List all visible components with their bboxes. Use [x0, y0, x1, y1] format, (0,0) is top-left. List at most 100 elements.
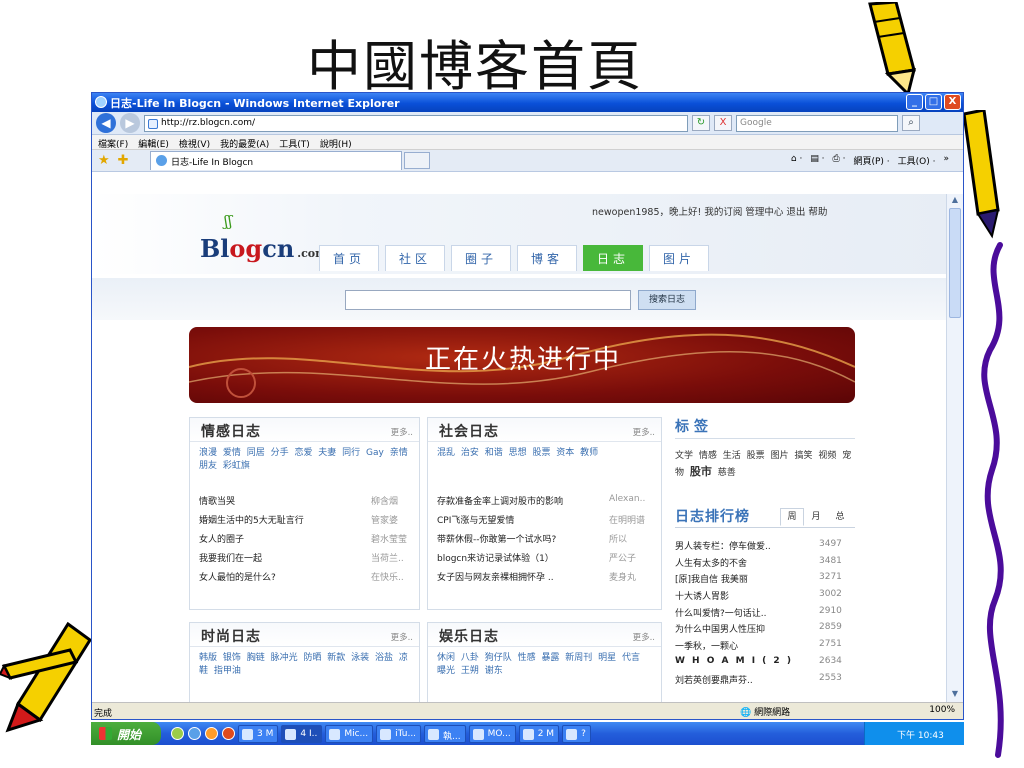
address-bar: ◀ ▶ http://rz.blogcn.com/ ↻ X Google ⌕ — [92, 112, 963, 135]
tag-links[interactable]: 浪漫 爱情 同居 分手 恋爱 夫妻 同行 Gay 亲情 朋友 彩虹旗 — [190, 442, 419, 473]
list-item[interactable]: CPI飞涨与无望爱情 在明明谱 — [437, 513, 657, 532]
forward-button[interactable]: ▶ — [120, 113, 140, 133]
tag-link[interactable]: 股市 — [690, 465, 712, 478]
rank-row[interactable]: 一季秋，一颗心 2751 — [675, 639, 855, 656]
url-input[interactable]: http://rz.blogcn.com/ — [144, 114, 688, 132]
rank-tab-week[interactable]: 周 — [780, 508, 804, 526]
minimize-button[interactable]: _ — [906, 94, 923, 110]
maximize-button[interactable]: □ — [925, 94, 942, 110]
nav-journals[interactable]: 日志 — [583, 245, 643, 271]
status-bar: 完成 🌐 網際網路 100% — [92, 702, 963, 719]
back-button[interactable]: ◀ — [96, 113, 116, 133]
taskbar-button[interactable]: 4 I.. — [281, 724, 323, 743]
taskbar-button[interactable]: 3 M — [238, 724, 279, 743]
list-item[interactable]: 婚姻生活中的5大无耻言行 管家婆 — [199, 513, 419, 532]
search-icon[interactable]: ⌕ — [902, 115, 920, 131]
quick-launch-icon[interactable] — [205, 727, 218, 740]
tab-blogcn[interactable]: 日志-Life In Blogcn — [150, 151, 402, 170]
tag-link[interactable]: 股票 — [747, 451, 765, 461]
taskbar-button[interactable]: 執... — [424, 724, 466, 743]
more-link[interactable]: 更多.. — [633, 631, 655, 643]
zoom-level[interactable]: 100% — [929, 705, 955, 715]
slide: 中國博客首頁 日志-Life In Blogcn - Windows Inter… — [0, 0, 1024, 768]
favorites-star-icon[interactable]: ★✚ — [98, 153, 137, 168]
clock[interactable]: 下午 10:43 — [897, 731, 944, 741]
tag-cloud: 文学 情感 生活 股票 图片 搞笑 视频 宠物 股市 慈善 — [675, 448, 853, 481]
close-button[interactable]: X — [944, 94, 961, 110]
rank-row[interactable]: 十大诱人胃影 3002 — [675, 589, 855, 606]
more-chevron-icon[interactable]: » — [943, 154, 949, 167]
taskbar-button[interactable]: 2 M — [518, 724, 560, 743]
menu-edit[interactable]: 編輯(E) — [138, 137, 169, 150]
page-menu[interactable]: 網頁(P) · — [853, 154, 889, 167]
rank-row[interactable]: 为什么中国男人性压抑 2859 — [675, 622, 855, 639]
quick-launch-icon[interactable] — [188, 727, 201, 740]
tag-link[interactable]: 视频 — [818, 451, 836, 461]
rank-row[interactable]: 什么叫爱情?一句话让.. 2910 — [675, 606, 855, 623]
rank-row[interactable]: 男人装专栏：停车做爱.. 3497 — [675, 539, 855, 556]
taskbar-button[interactable]: ? — [562, 724, 591, 743]
menu-tools[interactable]: 工具(T) — [279, 137, 310, 150]
quick-launch-icon[interactable] — [222, 727, 235, 740]
search-journals-button[interactable]: 搜索日志 — [638, 290, 696, 310]
crayon-left-icon — [0, 621, 92, 733]
taskbar-button[interactable]: iTu... — [376, 724, 422, 743]
list-item[interactable]: blogcn来访记录试体验（1） 严公子 — [437, 551, 657, 570]
menu-file[interactable]: 檔案(F) — [98, 137, 128, 150]
new-tab-button[interactable] — [404, 152, 430, 169]
list-item[interactable]: 情歌当哭 柳含烟 — [199, 494, 419, 513]
menu-favorites[interactable]: 我的最愛(A) — [220, 137, 269, 150]
tag-link[interactable]: 搞笑 — [794, 451, 812, 461]
scroll-thumb[interactable] — [949, 208, 961, 318]
rank-row[interactable]: 刘若英创要鼎声芬.. 2553 — [675, 673, 855, 690]
tag-link[interactable]: 慈善 — [718, 468, 736, 478]
more-link[interactable]: 更多.. — [391, 426, 413, 438]
nav-pictures[interactable]: 图片 — [649, 245, 709, 271]
rank-tab-month[interactable]: 月 — [804, 508, 828, 526]
promo-banner[interactable]: 正在火热进行中 — [189, 327, 855, 403]
web-search-input[interactable]: Google — [736, 114, 898, 132]
more-link[interactable]: 更多.. — [391, 631, 413, 643]
list-item[interactable]: 女人的圈子 碧水莹莹 — [199, 532, 419, 551]
list-item[interactable]: 我要我们在一起 当荷兰.. — [199, 551, 419, 570]
nav-home[interactable]: 首页 — [319, 245, 379, 271]
tag-link[interactable]: 文学 — [675, 451, 693, 461]
rank-row[interactable]: [原]我自信 我美丽 3271 — [675, 572, 855, 589]
tag-link[interactable]: 情感 — [699, 451, 717, 461]
vertical-scrollbar[interactable]: ▲ ▼ — [946, 194, 963, 702]
scroll-down-icon[interactable]: ▼ — [949, 689, 961, 701]
user-links[interactable]: newopen1985，晚上好! 我的订阅 管理中心 退出 帮助 — [592, 204, 827, 218]
refresh-button[interactable]: ↻ — [692, 115, 710, 131]
menu-view[interactable]: 檢視(V) — [179, 137, 210, 150]
tools-menu[interactable]: 工具(O) · — [898, 154, 936, 167]
scroll-up-icon[interactable]: ▲ — [949, 195, 961, 207]
feeds-icon[interactable]: ▤ · — [810, 154, 824, 167]
tag-links[interactable]: 韩版 银饰 胸链 脉冲光 防晒 新款 泳装 浴盐 凉鞋 指甲油 — [190, 647, 419, 678]
list-item[interactable]: 女子因与网友亲裸相拥怀孕 .. 麦身丸 — [437, 570, 657, 589]
list-item[interactable]: 带薪休假--你敢第一个试水吗? 所以 — [437, 532, 657, 551]
rank-tab-total[interactable]: 总 — [828, 508, 852, 526]
title-bar[interactable]: 日志-Life In Blogcn - Windows Internet Exp… — [92, 93, 963, 112]
print-icon[interactable]: ⎙ · — [833, 154, 846, 167]
rank-row[interactable]: 人生有太多的不舍 3481 — [675, 556, 855, 573]
quick-launch-icon[interactable] — [171, 727, 184, 740]
list-item[interactable]: 存款准备金率上调对股市的影响 Alexan.. — [437, 494, 657, 513]
stop-button[interactable]: X — [714, 115, 732, 131]
list-item[interactable]: 女人最怕的是什么? 在快乐.. — [199, 570, 419, 589]
rank-row[interactable]: W H O A M I ( 2 ) 2634 — [675, 656, 855, 673]
nav-circles[interactable]: 圈子 — [451, 245, 511, 271]
start-button[interactable]: 開始 — [91, 722, 161, 745]
tag-link[interactable]: 生活 — [723, 451, 741, 461]
site-search-input[interactable] — [345, 290, 631, 310]
more-link[interactable]: 更多.. — [633, 426, 655, 438]
taskbar-button[interactable]: MO... — [468, 724, 516, 743]
menu-help[interactable]: 說明(H) — [320, 137, 352, 150]
blogcn-logo[interactable]: ʃʃ Blogcn .com — [200, 212, 327, 263]
tag-links[interactable]: 休闲 八卦 狗仔队 性感 暴露 新周刊 明星 代言 曝光 王朔 谢东 — [428, 647, 661, 678]
home-icon[interactable]: ⌂ · — [791, 154, 802, 167]
taskbar-button[interactable]: Mic... — [325, 724, 374, 743]
nav-blogs[interactable]: 博客 — [517, 245, 577, 271]
nav-community[interactable]: 社区 — [385, 245, 445, 271]
tag-links[interactable]: 混乱 治安 和谐 思想 股票 资本 教师 — [428, 442, 661, 460]
tag-link[interactable]: 图片 — [771, 451, 789, 461]
